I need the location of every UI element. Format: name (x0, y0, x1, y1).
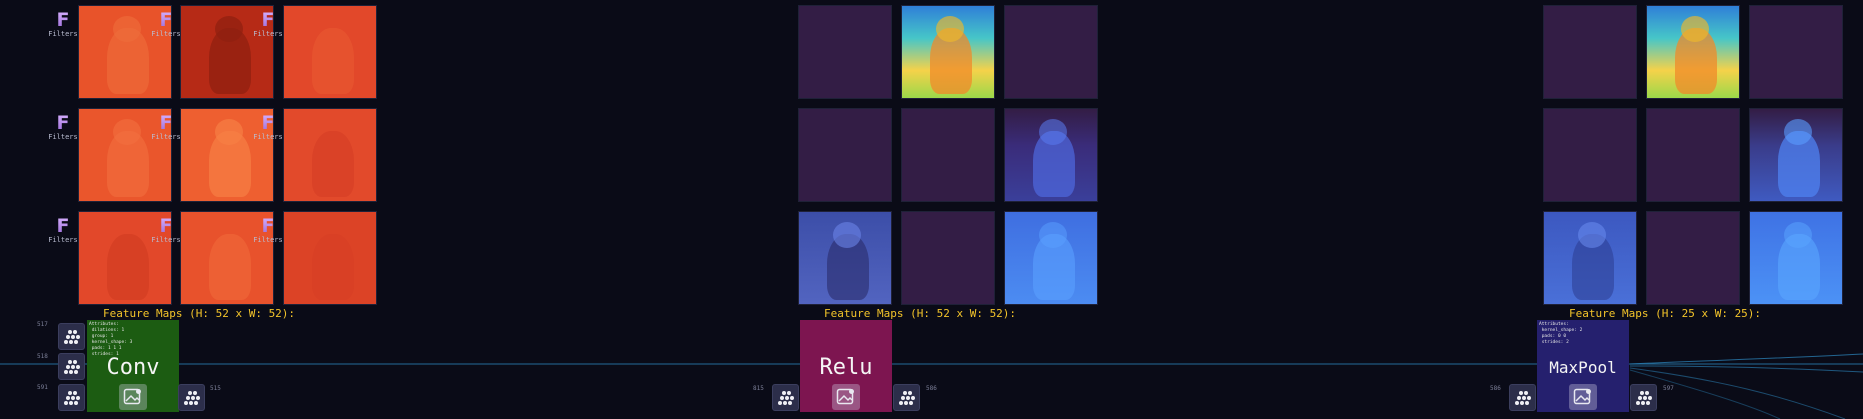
filter-icon[interactable]: F Filters (45, 10, 81, 44)
feature-map[interactable] (1646, 5, 1740, 99)
feature-map[interactable] (798, 108, 892, 202)
feature-map[interactable] (1646, 108, 1740, 202)
maxpool-node[interactable]: Attributes: kernel_shape: 2 pads: 0 0 st… (1537, 320, 1629, 412)
relu-feature-maps-caption: Feature Maps (H: 52 x W: 52): (824, 307, 1017, 320)
dots-grid-icon (1515, 391, 1531, 405)
dots-grid-icon (184, 391, 200, 405)
maxpool-node-title: MaxPool (1549, 358, 1617, 377)
feature-map[interactable] (1749, 211, 1843, 305)
dots-grid-icon (64, 391, 80, 405)
input-port[interactable] (1509, 384, 1536, 411)
feature-map[interactable] (901, 211, 995, 305)
image-icon (123, 388, 141, 405)
feature-map[interactable] (1004, 108, 1098, 202)
conv-node-title: Conv (106, 355, 160, 380)
output-port[interactable] (178, 384, 205, 411)
feature-map[interactable] (798, 5, 892, 99)
dots-grid-icon (1636, 391, 1652, 405)
input-port[interactable] (58, 353, 85, 380)
port-label: 518 (37, 353, 48, 360)
dots-grid-icon (778, 391, 794, 405)
filter-icon[interactable]: F Filters (148, 216, 184, 250)
feature-map[interactable] (283, 211, 377, 305)
maxpool-feature-maps-caption: Feature Maps (H: 25 x W: 25): (1569, 307, 1762, 320)
image-icon (836, 388, 854, 405)
feature-map[interactable] (901, 5, 995, 99)
port-label: 517 (37, 321, 48, 328)
feature-map[interactable] (283, 108, 377, 202)
feature-map[interactable] (1749, 108, 1843, 202)
feature-map[interactable] (283, 5, 377, 99)
feature-map[interactable] (798, 211, 892, 305)
filter-icon[interactable]: F Filters (250, 216, 286, 250)
filter-icon[interactable]: F Filters (148, 10, 184, 44)
feature-map[interactable] (1543, 211, 1637, 305)
port-label: 591 (37, 384, 48, 391)
filter-icon[interactable]: F Filters (250, 10, 286, 44)
conv-attributes: Attributes: dilations: 1 group: 1 kernel… (89, 322, 133, 357)
view-image-button[interactable] (119, 384, 147, 410)
maxpool-attributes: Attributes: kernel_shape: 2 pads: 0 0 st… (1539, 322, 1583, 345)
input-port[interactable] (772, 384, 799, 411)
dots-grid-icon (64, 360, 80, 374)
feature-map[interactable] (1543, 5, 1637, 99)
input-port[interactable] (58, 384, 85, 411)
view-image-button[interactable] (1569, 384, 1597, 410)
filter-icon[interactable]: F Filters (250, 113, 286, 147)
image-icon (1573, 388, 1591, 405)
dots-grid-icon (899, 391, 915, 405)
feature-map[interactable] (1004, 5, 1098, 99)
conv-feature-maps-caption: Feature Maps (H: 52 x W: 52): (103, 307, 296, 320)
filter-icon[interactable]: F Filters (148, 113, 184, 147)
dots-grid-icon (64, 330, 80, 344)
port-label: 815 (753, 385, 764, 392)
relu-node[interactable]: Relu (800, 320, 892, 412)
feature-map[interactable] (1543, 108, 1637, 202)
feature-map[interactable] (901, 108, 995, 202)
port-label: 515 (210, 385, 221, 392)
output-port[interactable] (893, 384, 920, 411)
relu-node-title: Relu (819, 355, 873, 380)
output-port[interactable] (1630, 384, 1657, 411)
feature-map[interactable] (1646, 211, 1740, 305)
port-label: 586 (926, 385, 937, 392)
filter-icon[interactable]: F Filters (45, 113, 81, 147)
network-canvas[interactable]: F Filters F Filters F Filters F Filters F Fil… (0, 0, 1863, 419)
filter-icon[interactable]: F Filters (45, 216, 81, 250)
view-image-button[interactable] (832, 384, 860, 410)
feature-map[interactable] (1749, 5, 1843, 99)
feature-map[interactable] (1004, 211, 1098, 305)
port-label: 597 (1663, 385, 1674, 392)
port-label: 586 (1490, 385, 1501, 392)
input-port[interactable] (58, 323, 85, 350)
conv-node[interactable]: Attributes: dilations: 1 group: 1 kernel… (87, 320, 179, 412)
